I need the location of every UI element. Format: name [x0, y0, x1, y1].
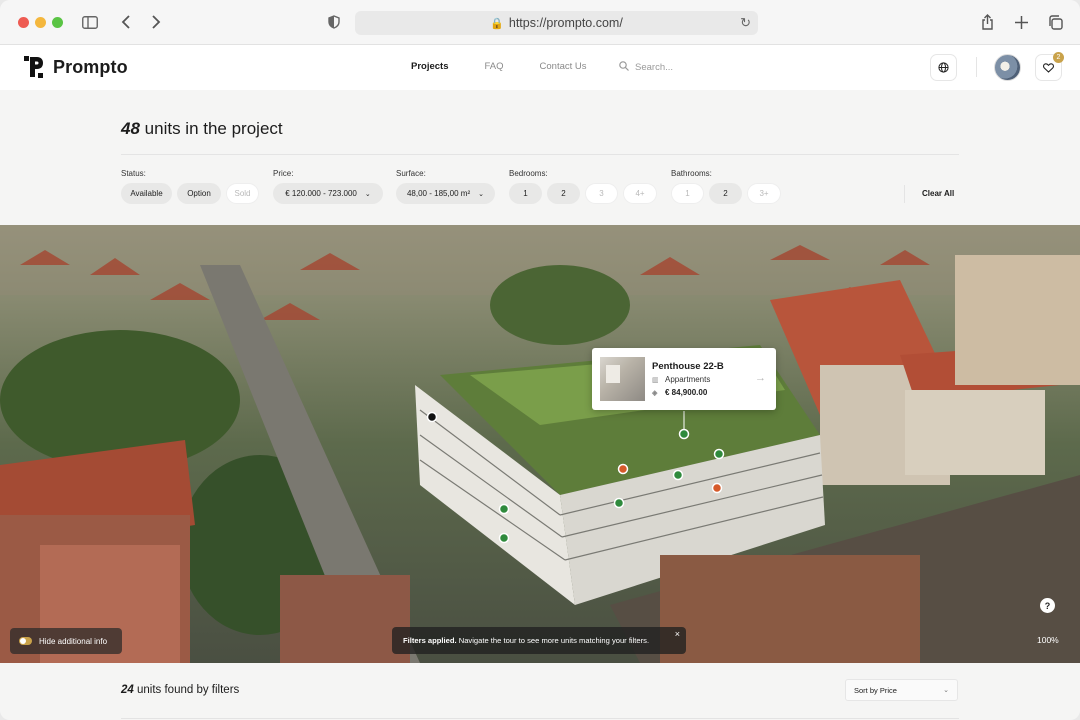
project-summary: 48 units in the project Status: Availabl…: [0, 90, 1080, 225]
language-button[interactable]: [930, 54, 957, 81]
chevron-down-icon: ⌄: [943, 687, 949, 694]
back-icon[interactable]: [116, 12, 136, 32]
bathrooms-filter-label: Bathrooms:: [671, 169, 712, 178]
brand-name: Prompto: [53, 56, 128, 77]
filters-notice: Filters applied. Navigate the tour to se…: [392, 627, 686, 654]
search-icon: [619, 61, 629, 74]
price-range-value: € 120.000 - 723.000: [285, 189, 357, 198]
url-text: https://prompto.com/: [508, 16, 623, 30]
sort-label: Sort by Price: [854, 685, 897, 695]
shield-icon[interactable]: [324, 12, 344, 32]
search-placeholder: Search...: [635, 62, 674, 73]
status-available-chip[interactable]: Available: [121, 183, 172, 204]
close-window-button[interactable]: [18, 17, 29, 28]
price-range-dropdown[interactable]: € 120.000 - 723.000 ⌄: [273, 183, 383, 204]
unit-price-value: € 84,900.00: [665, 388, 708, 397]
bedrooms-1-chip[interactable]: 1: [509, 183, 542, 204]
results-count: 24 units found by filters: [121, 684, 239, 696]
favorites-count-badge: 2: [1053, 52, 1064, 63]
unit-title: Penthouse 22-B: [652, 361, 724, 372]
tabs-overview-icon[interactable]: [1045, 12, 1065, 32]
nav-projects[interactable]: Projects: [411, 61, 449, 72]
header-divider: [976, 57, 977, 77]
building-icon: ▥: [652, 377, 659, 384]
surface-range-dropdown[interactable]: 48,00 - 185,00 m² ⌄: [396, 183, 495, 204]
filters-divider: [904, 185, 905, 203]
unit-type: ▥ Appartments: [652, 375, 710, 384]
bedrooms-2-chip[interactable]: 2: [547, 183, 580, 204]
lock-icon: 🔒: [490, 17, 504, 30]
sidebar-icon[interactable]: [80, 12, 100, 32]
aerial-photo: [0, 225, 1080, 663]
units-text: units in the project: [144, 119, 283, 138]
bedrooms-4plus-chip[interactable]: 4+: [623, 183, 657, 204]
chevron-down-icon: ⌄: [364, 190, 371, 198]
bathrooms-3plus-chip[interactable]: 3+: [747, 183, 781, 204]
unit-thumbnail: [600, 357, 645, 401]
zoom-window-button[interactable]: [52, 17, 63, 28]
status-filter-label: Status:: [121, 169, 146, 178]
hide-info-label: Hide additional info: [39, 636, 108, 646]
browser-window: 🔒 https://prompto.com/ ↻ Prompto Project…: [0, 0, 1080, 720]
nav-faq[interactable]: FAQ: [485, 61, 504, 72]
results-text: units found by filters: [137, 684, 240, 696]
zoom-level: 100%: [1037, 635, 1059, 645]
site-header: Prompto Projects FAQ Contact Us Search..…: [0, 45, 1080, 90]
arrow-right-icon[interactable]: →: [755, 372, 766, 384]
globe-icon: [938, 62, 949, 73]
surface-range-value: 48,00 - 185,00 m²: [406, 189, 471, 198]
units-count: 48: [121, 119, 140, 138]
minimize-window-button[interactable]: [35, 17, 46, 28]
notice-title: Filters applied.: [403, 636, 457, 645]
bedrooms-3-chip[interactable]: 3: [585, 183, 618, 204]
bathrooms-1-chip[interactable]: 1: [671, 183, 704, 204]
results-number: 24: [121, 684, 134, 696]
heart-icon: [1043, 62, 1054, 73]
title-divider: [121, 154, 959, 155]
share-icon[interactable]: [977, 12, 997, 32]
avatar[interactable]: [994, 54, 1021, 81]
new-tab-icon[interactable]: [1011, 12, 1031, 32]
status-sold-chip[interactable]: Sold: [226, 183, 259, 204]
bathrooms-2-chip[interactable]: 2: [709, 183, 742, 204]
unit-popup-card[interactable]: Penthouse 22-B ▥ Appartments ◈ € 84,900.00…: [592, 348, 776, 410]
tag-icon: ◈: [652, 390, 658, 397]
nav-contact-us[interactable]: Contact Us: [540, 61, 587, 72]
unit-price: ◈ € 84,900.00: [652, 388, 707, 397]
forward-icon[interactable]: [146, 12, 166, 32]
aerial-tour-view[interactable]: [0, 225, 1080, 663]
address-bar[interactable]: 🔒 https://prompto.com/ ↻: [355, 11, 758, 35]
notice-text: Navigate the tour to see more units matc…: [458, 636, 650, 645]
bedrooms-filter-label: Bedrooms:: [509, 169, 548, 178]
surface-filter-label: Surface:: [396, 169, 426, 178]
search-input[interactable]: Search...: [619, 61, 673, 74]
results-divider: [121, 718, 959, 719]
unit-type-label: Appartments: [665, 375, 711, 384]
page-title: 48 units in the project: [121, 119, 283, 139]
browser-toolbar: 🔒 https://prompto.com/ ↻: [0, 0, 1080, 45]
help-button[interactable]: ?: [1040, 598, 1055, 613]
clear-all-button[interactable]: Clear All: [922, 189, 954, 198]
brand-logo[interactable]: Prompto: [24, 56, 128, 78]
sort-dropdown[interactable]: Sort by Price ⌄: [845, 679, 958, 701]
results-bar: 24 units found by filters Sort by Price …: [0, 663, 1080, 720]
price-filter-label: Price:: [273, 169, 294, 178]
toggle-switch[interactable]: [19, 637, 32, 645]
prompto-logo-icon: [24, 56, 46, 78]
close-icon[interactable]: ×: [675, 629, 680, 639]
status-option-chip[interactable]: Option: [177, 183, 221, 204]
chevron-down-icon: ⌄: [478, 190, 485, 198]
hide-info-toggle[interactable]: Hide additional info: [10, 628, 122, 654]
reload-icon[interactable]: ↻: [740, 15, 751, 31]
main-nav: Projects FAQ Contact Us: [411, 61, 623, 72]
